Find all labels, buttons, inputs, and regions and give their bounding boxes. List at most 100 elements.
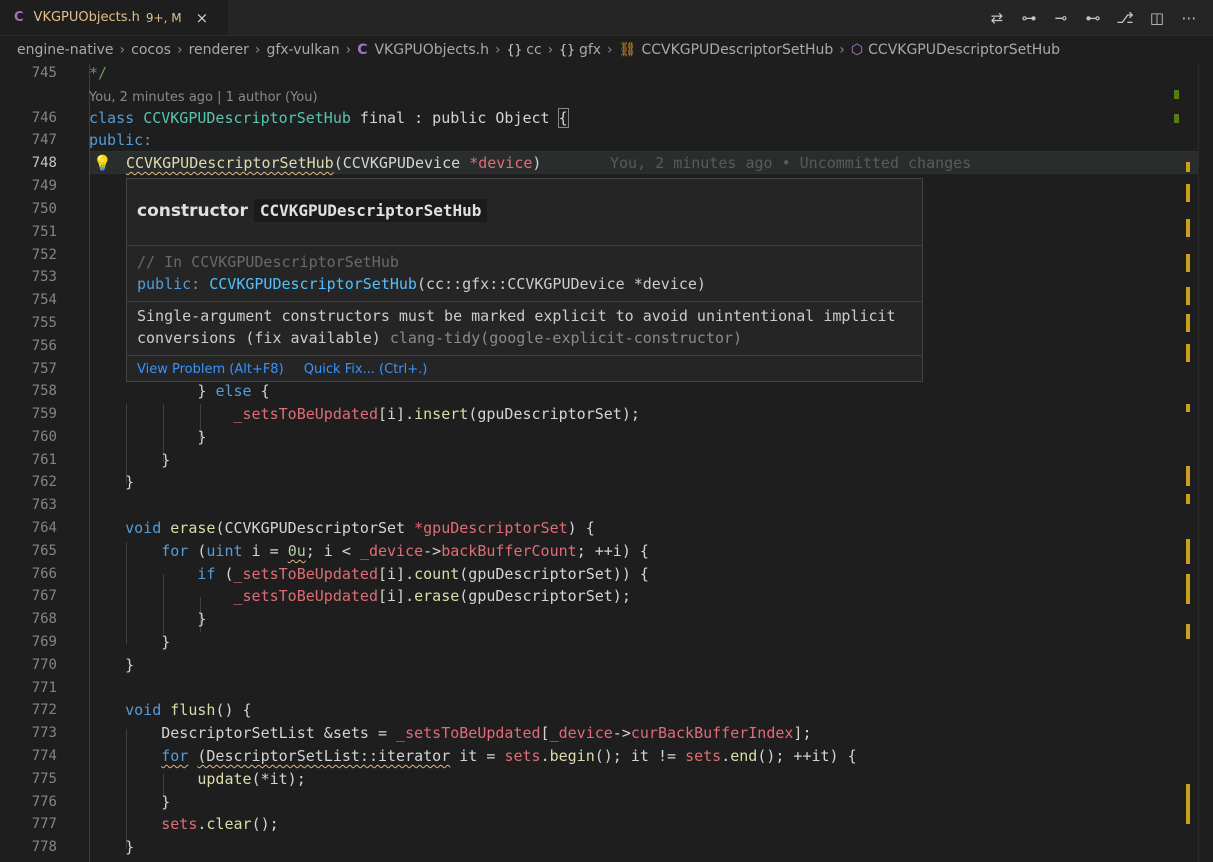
line-number: 778 bbox=[31, 839, 57, 855]
inline-blame: You, 2 minutes ago • Uncommitted changes bbox=[610, 154, 972, 172]
breadcrumb-item-cocos[interactable]: cocos bbox=[131, 42, 171, 58]
chevron-right-icon: › bbox=[254, 42, 261, 58]
git-graph-icon[interactable]: ⎇ bbox=[1115, 9, 1135, 27]
overview-warning-mark bbox=[1186, 287, 1190, 305]
chevron-right-icon: › bbox=[547, 42, 554, 58]
hover-signature: constructor CCVKGPUDescriptorSetHub bbox=[137, 199, 488, 222]
overview-warning-mark bbox=[1186, 219, 1190, 237]
overview-warning-mark bbox=[1186, 574, 1190, 604]
code-line-760: } bbox=[89, 428, 207, 446]
line-number: 755 bbox=[31, 315, 57, 331]
code-line-766: if (_setsToBeUpdated[i].count(gpuDescrip… bbox=[197, 565, 649, 583]
hover-widget: constructor CCVKGPUDescriptorSetHub // In… bbox=[126, 178, 923, 382]
lightbulb-icon[interactable]: 💡 bbox=[93, 152, 112, 175]
vertical-scrollbar[interactable] bbox=[1174, 64, 1213, 862]
code-line-776: } bbox=[89, 793, 171, 811]
code-line-764: void erase(CCVKGPUDescriptorSet *gpuDesc… bbox=[125, 519, 595, 537]
overview-warning-mark bbox=[1186, 162, 1190, 172]
code-line-761: } bbox=[89, 451, 171, 469]
overview-warning-mark bbox=[1186, 466, 1190, 486]
code-line-767: _setsToBeUpdated[i].erase(gpuDescriptorS… bbox=[233, 587, 631, 605]
code-line-759: _setsToBeUpdated[i].insert(gpuDescriptor… bbox=[233, 405, 640, 423]
code-line-747: public: bbox=[89, 131, 153, 149]
line-number: 756 bbox=[31, 338, 57, 354]
line-number: 773 bbox=[31, 725, 57, 741]
code-line-770: } bbox=[89, 656, 135, 674]
code-line-748: CCVKGPUDescriptorSetHub(CCVKGPUDevice *d… bbox=[126, 154, 542, 172]
line-number: 745 bbox=[31, 65, 57, 81]
overview-warning-mark bbox=[1186, 314, 1190, 332]
hover-declaration: public: CCVKGPUDescriptorSetHub(cc::gfx:… bbox=[137, 275, 706, 293]
previous-change-icon[interactable]: ⊶ bbox=[1019, 9, 1039, 27]
blame-header[interactable]: You, 2 minutes ago | 1 author (You) bbox=[89, 88, 318, 108]
line-number: 758 bbox=[31, 383, 57, 399]
c-file-icon: C bbox=[357, 42, 368, 58]
tab-vkgpuobjects[interactable]: C VKGPUObjects.h 9+, M × bbox=[0, 0, 228, 35]
chevron-right-icon: › bbox=[345, 42, 352, 58]
chevron-right-icon: › bbox=[607, 42, 613, 58]
code-line-762: } bbox=[89, 473, 135, 491]
tab-bar: C VKGPUObjects.h 9+, M × ⇄ ⊶ ⊸ ⊷ ⎇ ◫ ⋯ bbox=[0, 0, 1213, 36]
line-number: 763 bbox=[31, 497, 57, 513]
minimap-change-mark bbox=[1174, 90, 1179, 99]
line-number: 753 bbox=[31, 269, 57, 285]
line-number: 757 bbox=[31, 361, 57, 377]
breadcrumb-item-gfx-vulkan[interactable]: gfx-vulkan bbox=[266, 42, 339, 58]
code-line-765: for (uint i = 0u; i < _device->backBuffe… bbox=[161, 542, 649, 560]
code-line-772: void flush() { bbox=[125, 701, 252, 719]
line-number: 765 bbox=[31, 543, 57, 559]
overview-warning-mark bbox=[1186, 184, 1190, 202]
method-icon: ⬡ bbox=[850, 42, 864, 58]
overview-warning-mark bbox=[1186, 784, 1190, 824]
minimap-change-mark bbox=[1174, 114, 1179, 123]
compare-changes-icon[interactable]: ⇄ bbox=[987, 9, 1007, 27]
hover-actions: View Problem (Alt+F8) Quick Fix... (Ctrl… bbox=[137, 362, 443, 377]
line-number: 749 bbox=[31, 178, 57, 194]
split-editor-icon[interactable]: ◫ bbox=[1147, 9, 1167, 27]
next-change-icon[interactable]: ⊷ bbox=[1083, 9, 1103, 27]
code-line-758: } else { bbox=[89, 382, 270, 400]
line-number: 759 bbox=[31, 406, 57, 422]
editor-actions: ⇄ ⊶ ⊸ ⊷ ⎇ ◫ ⋯ bbox=[987, 0, 1199, 35]
breadcrumb: engine-native › cocos › renderer › gfx-v… bbox=[0, 36, 1213, 64]
tab-problem-badge: 9+, M bbox=[145, 10, 182, 25]
hover-diagnostic-line2: conversions (fix available) clang-tidy(g… bbox=[137, 329, 743, 347]
code-line-769: } bbox=[89, 633, 171, 651]
more-actions-icon[interactable]: ⋯ bbox=[1179, 9, 1199, 27]
commit-icon[interactable]: ⊸ bbox=[1051, 9, 1071, 27]
line-number: 767 bbox=[31, 588, 57, 604]
chevron-right-icon: › bbox=[839, 42, 845, 58]
tab-filename: VKGPUObjects.h bbox=[33, 10, 140, 25]
line-number: 746 bbox=[31, 110, 57, 126]
line-number: 774 bbox=[31, 748, 57, 764]
view-problem-link[interactable]: View Problem (Alt+F8) bbox=[137, 362, 284, 377]
line-number: 754 bbox=[31, 292, 57, 308]
close-icon[interactable]: × bbox=[196, 9, 209, 27]
namespace-icon: {} bbox=[506, 42, 523, 58]
line-number: 752 bbox=[31, 247, 57, 263]
breadcrumb-item-file[interactable]: VKGPUObjects.h bbox=[374, 42, 489, 58]
breadcrumb-item-class[interactable]: CCVKGPUDescriptorSetHub bbox=[641, 42, 833, 58]
breadcrumb-item-gfx[interactable]: gfx bbox=[579, 42, 601, 58]
code-line-768: } bbox=[89, 610, 207, 628]
chevron-right-icon: › bbox=[119, 42, 126, 58]
line-number: 764 bbox=[31, 520, 57, 536]
line-number: 762 bbox=[31, 474, 57, 490]
code-line-775: update(*it); bbox=[197, 770, 306, 788]
line-number: 760 bbox=[31, 429, 57, 445]
line-number: 770 bbox=[31, 657, 57, 673]
breadcrumb-item-cc[interactable]: cc bbox=[526, 42, 541, 58]
quick-fix-link[interactable]: Quick Fix... (Ctrl+.) bbox=[304, 362, 428, 377]
breadcrumb-item-engine-native[interactable]: engine-native bbox=[17, 42, 114, 58]
line-number: 769 bbox=[31, 634, 57, 650]
line-number: 776 bbox=[31, 794, 57, 810]
code-line-777: sets.clear(); bbox=[161, 815, 279, 833]
breadcrumb-item-renderer[interactable]: renderer bbox=[189, 42, 249, 58]
code-line-773: DescriptorSetList &sets = _setsToBeUpdat… bbox=[89, 724, 812, 742]
line-number: 772 bbox=[31, 702, 57, 718]
line-number: 748 bbox=[31, 155, 57, 171]
line-number: 766 bbox=[31, 566, 57, 582]
breadcrumb-item-constructor[interactable]: CCVKGPUDescriptorSetHub bbox=[868, 42, 1060, 58]
overview-warning-mark bbox=[1186, 404, 1190, 412]
code-line-746: class CCVKGPUDescriptorSetHub final : pu… bbox=[89, 108, 569, 128]
